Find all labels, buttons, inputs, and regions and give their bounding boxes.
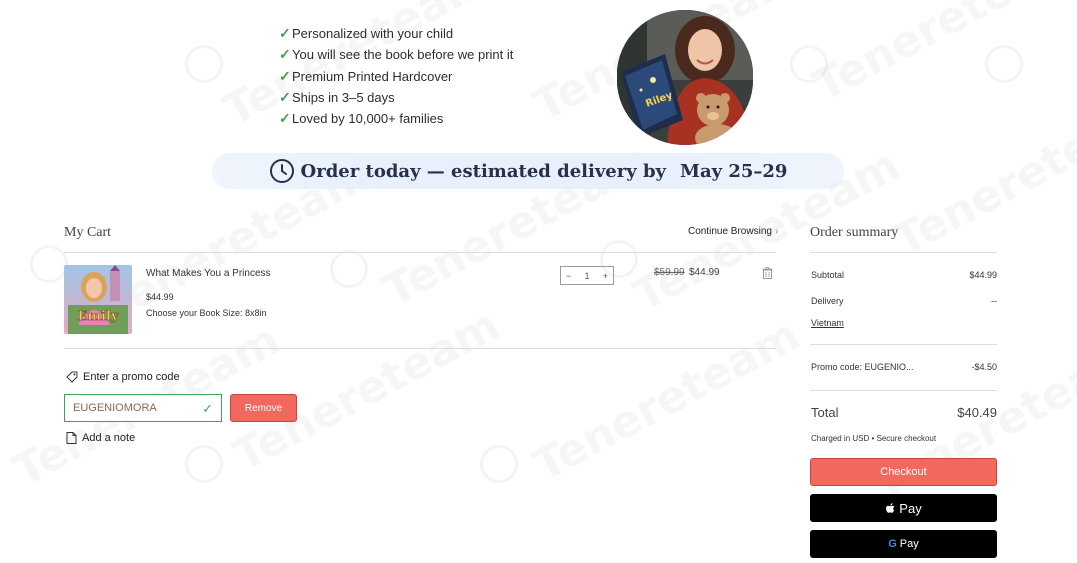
check-icon: ✓ — [279, 89, 291, 106]
continue-browsing-label: Continue Browsing — [688, 226, 772, 237]
delivery-value: -- — [991, 296, 997, 306]
benefits-list: ✓ Personalized with your child ✓ You will … — [279, 23, 513, 129]
check-icon: ✓ — [279, 46, 291, 63]
benefit-item: ✓ Personalized with your child — [279, 23, 513, 44]
benefit-item: ✓ Ships in 3–5 days — [279, 87, 513, 108]
check-icon: ✓ — [279, 67, 291, 84]
divider — [810, 252, 997, 253]
apple-icon — [886, 502, 895, 513]
google-icon: G — [888, 538, 897, 550]
add-note-label: Add a note — [82, 432, 136, 444]
delivery-country-link[interactable]: Vietnam — [811, 318, 844, 328]
delivery-text: Order today — estimated delivery by — [300, 160, 667, 182]
checkmark-icon: ✓ — [202, 401, 213, 416]
product-price: $44.99 — [146, 292, 174, 302]
total-label: Total — [811, 405, 839, 420]
benefit-text: You will see the book before we print it — [292, 47, 514, 63]
order-summary-title: Order summary — [810, 225, 899, 240]
divider — [64, 252, 776, 253]
google-pay-button[interactable]: G Pay — [810, 530, 997, 558]
watermark-logo-icon — [330, 250, 368, 288]
promo-code-toggle[interactable]: Enter a promo code — [66, 371, 180, 383]
cover-name: Emily — [77, 309, 119, 324]
benefit-text: Ships in 3–5 days — [292, 90, 395, 106]
check-icon: ✓ — [279, 25, 291, 42]
continue-browsing-link[interactable]: Continue Browsing › — [688, 226, 778, 237]
trash-icon[interactable] — [762, 267, 773, 279]
watermark-logo-icon — [480, 445, 518, 483]
watermark: Tenereteam — [805, 0, 1077, 112]
original-price: $59.99 — [654, 267, 685, 278]
watermark: Tenereteam — [225, 299, 508, 482]
benefit-item: ✓ You will see the book before we print i… — [279, 44, 513, 65]
cart-title: My Cart — [64, 225, 112, 240]
decrement-button[interactable]: − — [561, 271, 576, 281]
quantity-stepper: − 1 + — [560, 266, 614, 285]
check-icon: ✓ — [279, 110, 291, 127]
promo-code-value: EUGENIOMORA — [73, 402, 157, 414]
promo-row: Promo code: EUGENIO... -$4.50 — [811, 362, 997, 372]
promo-code-label: Enter a promo code — [83, 371, 180, 383]
discounted-price: $44.99 — [689, 267, 720, 278]
quantity-value[interactable]: 1 — [579, 271, 594, 281]
divider — [810, 344, 997, 345]
subtotal-row: Subtotal $44.99 — [811, 270, 997, 280]
increment-button[interactable]: + — [598, 271, 613, 281]
chevron-right-icon: › — [774, 226, 779, 237]
apple-pay-label: Pay — [899, 500, 922, 516]
promo-summary-label: Promo code: EUGENIO... — [811, 362, 914, 372]
promo-summary-value: -$4.50 — [971, 362, 997, 372]
delivery-label: Delivery — [811, 296, 844, 306]
watermark-logo-icon — [185, 445, 223, 483]
watermark-logo-icon — [30, 245, 68, 283]
delivery-date: May 25–29 — [680, 160, 788, 182]
product-book-size: Choose your Book Size: 8x8in — [146, 308, 267, 318]
watermark: Tenereteam — [885, 84, 1077, 267]
tag-icon — [66, 371, 78, 383]
apple-pay-button[interactable]: Pay — [810, 494, 997, 522]
benefit-item: ✓ Premium Printed Hardcover — [279, 66, 513, 87]
benefit-text: Personalized with your child — [292, 26, 454, 42]
watermark: Tenereteam — [525, 309, 808, 492]
watermark-logo-icon — [790, 45, 828, 83]
delivery-row: Delivery -- — [811, 296, 997, 306]
watermark-logo-icon — [985, 45, 1023, 83]
clock-icon — [269, 159, 294, 183]
product-title[interactable]: What Makes You a Princess — [146, 268, 271, 279]
remove-promo-button[interactable]: Remove — [230, 394, 297, 422]
charged-note: Charged in USD • Secure checkout — [811, 434, 937, 443]
add-note-toggle[interactable]: Add a note — [66, 432, 135, 444]
note-icon — [66, 432, 77, 444]
subtotal-value: $44.99 — [969, 270, 997, 280]
divider — [64, 348, 776, 349]
product-image[interactable]: Emily — [64, 265, 132, 334]
checkout-button[interactable]: Checkout — [810, 458, 997, 486]
hero-image: Riley — [617, 10, 753, 145]
delivery-banner: Order today — estimated delivery by May … — [212, 153, 844, 189]
promo-code-input[interactable]: EUGENIOMORA ✓ — [64, 394, 222, 422]
benefit-item: ✓ Loved by 10,000+ families — [279, 108, 513, 129]
google-pay-label: Pay — [899, 538, 919, 550]
subtotal-label: Subtotal — [811, 270, 845, 280]
total-value: $40.49 — [957, 405, 997, 420]
total-row: Total $40.49 — [811, 405, 997, 420]
benefit-text: Loved by 10,000+ families — [292, 111, 444, 127]
watermark-logo-icon — [185, 45, 223, 83]
benefit-text: Premium Printed Hardcover — [292, 68, 453, 84]
divider — [810, 390, 997, 391]
